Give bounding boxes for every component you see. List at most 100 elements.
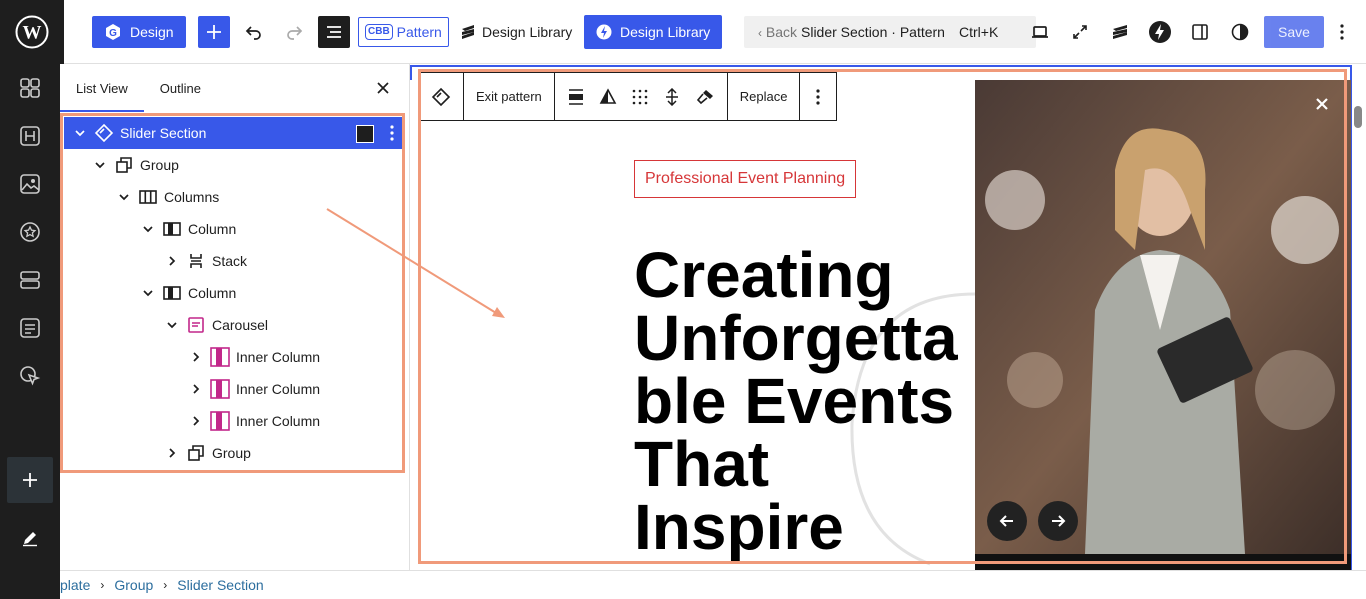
design-library-button[interactable]: Design Library xyxy=(584,15,723,49)
contrast-triangle-icon[interactable] xyxy=(599,87,617,106)
document-overview-button[interactable] xyxy=(318,16,350,48)
chevron-down-icon[interactable] xyxy=(112,185,136,209)
starred-rail-button[interactable] xyxy=(14,216,46,248)
chevron-down-icon[interactable] xyxy=(68,121,92,145)
redo-button[interactable] xyxy=(278,16,310,48)
carousel-icon xyxy=(184,313,208,337)
sections-rail-button[interactable] xyxy=(14,264,46,296)
tree-row-label: Inner Column xyxy=(236,413,321,429)
align-full-icon[interactable] xyxy=(567,88,585,106)
vertical-spacing-icon[interactable] xyxy=(663,87,681,106)
block-inserter-button[interactable] xyxy=(198,16,230,48)
patterns-rail-button[interactable] xyxy=(14,72,46,104)
eyebrow-badge[interactable]: Professional Event Planning xyxy=(634,160,857,198)
editor-top-toolbar: G Design CBB Pattern Design Library Desi… xyxy=(64,0,1366,64)
tree-row[interactable]: Column xyxy=(60,277,406,309)
hero-heading[interactable]: Creating Unforgetta ble Events That Insp… xyxy=(634,243,974,559)
paint-brush-icon[interactable] xyxy=(695,88,715,106)
close-slider-icon[interactable] xyxy=(1315,97,1329,116)
fullscreen-button[interactable] xyxy=(1064,16,1096,48)
tree-row[interactable]: Group xyxy=(60,149,406,181)
replace-label: Replace xyxy=(739,89,788,104)
star-badge-icon xyxy=(20,222,40,242)
canvas-scrollbar[interactable] xyxy=(1354,106,1362,128)
heading-rail-button[interactable] xyxy=(14,120,46,152)
wordpress-logo-button[interactable]: W xyxy=(0,0,64,64)
styles-button[interactable] xyxy=(1224,16,1256,48)
edit-rail-button[interactable] xyxy=(14,522,46,554)
tree-row-selected[interactable]: Slider Section xyxy=(64,117,404,149)
exit-pattern-label: Exit pattern xyxy=(476,89,542,104)
tree-row[interactable]: Inner Column xyxy=(60,373,406,405)
chevron-down-icon[interactable] xyxy=(136,281,160,305)
list-view-panel: List View Outline Slider Section Group Col… xyxy=(60,64,410,570)
media-rail-button[interactable] xyxy=(14,168,46,200)
tree-row[interactable]: Group xyxy=(60,437,406,469)
heading-icon xyxy=(20,126,40,146)
design-library-link[interactable]: Design Library xyxy=(460,16,572,48)
carousel-next-button[interactable] xyxy=(1038,501,1078,541)
design-library-link-label: Design Library xyxy=(482,24,573,40)
design-button[interactable]: G Design xyxy=(92,16,186,48)
forms-rail-button[interactable] xyxy=(14,312,46,344)
cbb-pattern-button[interactable]: CBB Pattern xyxy=(358,17,449,47)
back-link[interactable]: ‹ Back xyxy=(758,24,797,40)
grid-dots-icon[interactable] xyxy=(631,88,649,106)
tree-row[interactable]: Carousel xyxy=(60,309,406,341)
chevron-right-icon[interactable] xyxy=(160,441,184,465)
stack-icon xyxy=(184,249,208,273)
block-options-button[interactable] xyxy=(800,73,836,120)
close-icon xyxy=(377,82,389,94)
pattern-button-label: Pattern xyxy=(396,24,442,40)
tree-row[interactable]: Columns xyxy=(60,181,406,213)
tree-row[interactable]: Inner Column xyxy=(60,405,406,437)
breadcrumb-item[interactable]: Group xyxy=(114,577,153,593)
options-menu-button[interactable] xyxy=(1326,16,1358,48)
form-icon xyxy=(20,318,40,338)
tree-row[interactable]: Column xyxy=(60,213,406,245)
panel-tabs: List View Outline xyxy=(60,64,410,112)
breadcrumb-item[interactable]: plate xyxy=(60,577,90,593)
design-button-label: Design xyxy=(130,24,174,40)
undo-button[interactable] xyxy=(238,16,270,48)
breadcrumb-item-current[interactable]: Slider Section xyxy=(177,577,263,593)
row-options-icon[interactable] xyxy=(390,125,394,144)
chevron-down-icon[interactable] xyxy=(160,313,184,337)
command-center[interactable]: ‹ Back Slider Section · Pattern Ctrl+K xyxy=(744,16,1036,48)
settings-sidebar-button[interactable] xyxy=(1184,16,1216,48)
replace-button[interactable]: Replace xyxy=(728,73,801,120)
sections-icon xyxy=(20,271,40,289)
stackable-settings-button[interactable] xyxy=(1104,16,1136,48)
chevron-down-icon[interactable] xyxy=(88,153,112,177)
chevron-down-icon[interactable] xyxy=(136,217,160,241)
chevron-right-icon[interactable] xyxy=(184,345,208,369)
interactions-rail-button[interactable] xyxy=(14,360,46,392)
close-panel-button[interactable] xyxy=(371,76,395,100)
chevron-right-icon[interactable] xyxy=(184,377,208,401)
chevron-right-icon[interactable] xyxy=(160,249,184,273)
command-shortcut: Ctrl+K xyxy=(959,24,999,40)
carousel-prev-button[interactable] xyxy=(987,501,1027,541)
chevron-right-icon[interactable] xyxy=(184,409,208,433)
device-preview-button[interactable] xyxy=(1024,16,1056,48)
inner-column-icon xyxy=(208,345,232,369)
tab-outline[interactable]: Outline xyxy=(144,64,217,112)
editor-canvas: Professional Event Planning Creating Unf… xyxy=(410,64,1366,570)
add-block-rail-button[interactable] xyxy=(7,457,53,503)
group-icon xyxy=(112,153,136,177)
exit-pattern-button[interactable]: Exit pattern xyxy=(464,73,555,120)
tab-list-view[interactable]: List View xyxy=(60,64,144,112)
sidebar-icon xyxy=(1192,24,1208,40)
pencil-icon xyxy=(23,532,37,547)
undo-icon xyxy=(245,26,261,40)
block-controls-group xyxy=(555,73,728,120)
cursor-click-icon xyxy=(20,366,41,386)
chevron-right-icon: › xyxy=(100,578,105,592)
pattern-block-switcher[interactable] xyxy=(419,73,464,120)
arrow-left-icon xyxy=(999,515,1013,527)
block-color-swatch[interactable] xyxy=(356,125,374,143)
save-button[interactable]: Save xyxy=(1264,16,1324,48)
tree-row[interactable]: Stack xyxy=(60,245,406,277)
tree-row[interactable]: Inner Column xyxy=(60,341,406,373)
bolt-button[interactable] xyxy=(1144,16,1176,48)
